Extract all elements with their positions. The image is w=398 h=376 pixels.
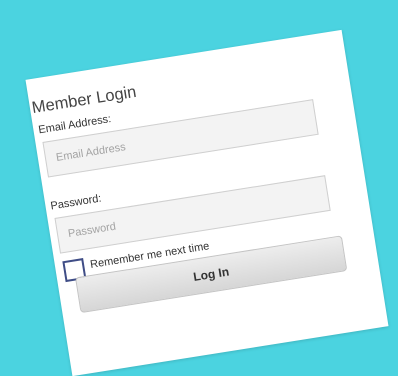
password-label: Password:: [49, 192, 103, 213]
log-in-button[interactable]: Log In: [75, 235, 348, 314]
login-card: Member Login Email Address: Password: Re…: [25, 29, 389, 376]
email-input[interactable]: [42, 99, 319, 178]
login-title: Member Login: [30, 82, 138, 118]
